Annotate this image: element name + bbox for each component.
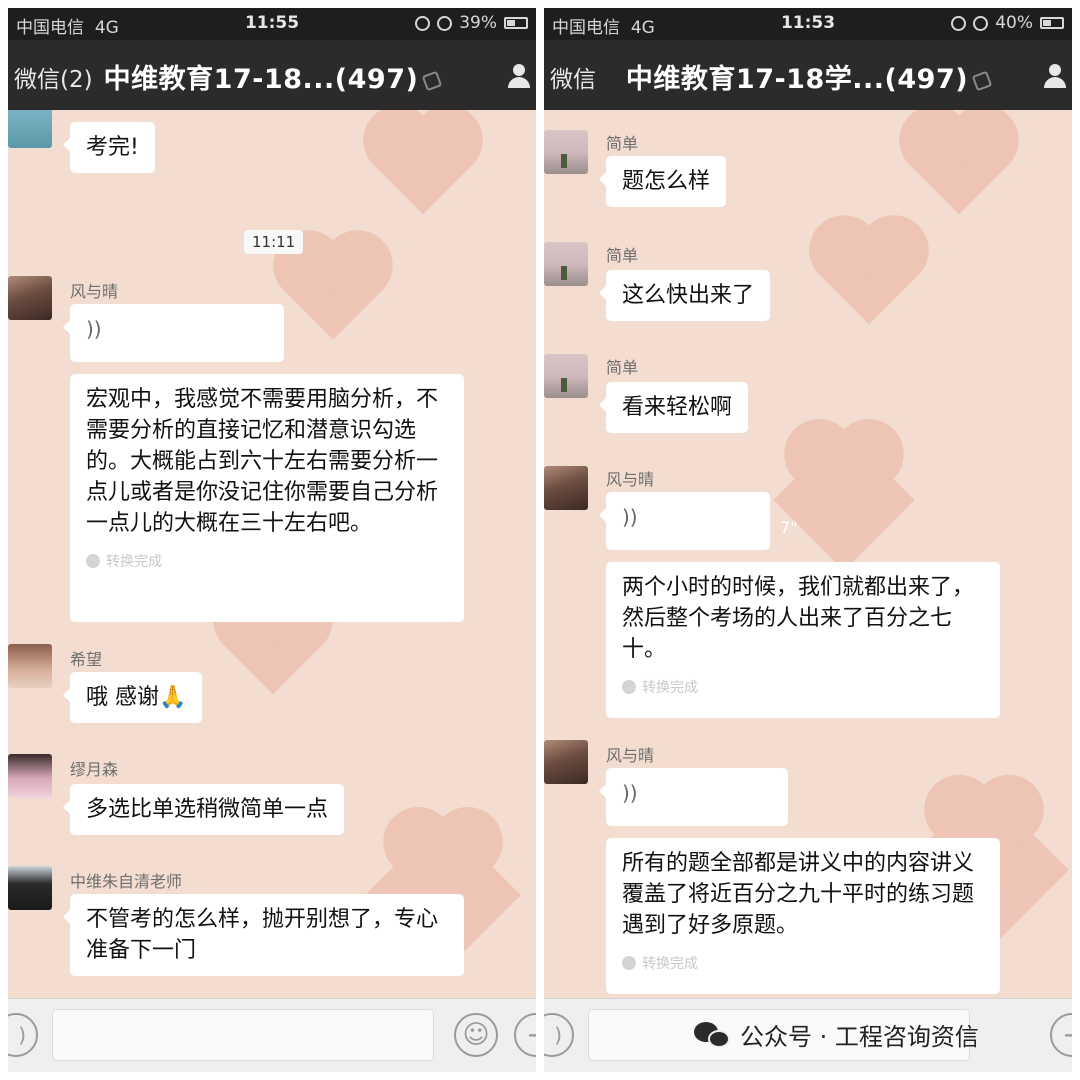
avatar[interactable] <box>544 354 588 398</box>
status-bar: 中国电信 4G 11:55 39% <box>8 8 536 40</box>
message-bubble[interactable]: 考完! <box>63 122 155 173</box>
group-info-icon[interactable] <box>508 64 530 88</box>
message-bubble[interactable]: 多选比单选稍微简单一点 <box>62 784 345 835</box>
emoji-button[interactable]: ☺ <box>454 1013 498 1057</box>
sender-name: 简单 <box>606 246 639 265</box>
check-icon <box>86 554 100 568</box>
transcription-status: 转换完成 <box>622 955 984 973</box>
status-bar: 中国电信 4G 11:53 40% <box>544 8 1072 40</box>
more-button[interactable]: + <box>1050 1013 1072 1057</box>
sender-name: 风与晴 <box>606 470 655 489</box>
sender-name: 风与晴 <box>70 282 119 301</box>
voice-wave-icon: )) <box>622 781 638 805</box>
transcription-status: 转换完成 <box>86 553 448 571</box>
battery-icon <box>504 17 528 29</box>
group-title: 中维教育17-18学...(497) <box>544 57 1072 96</box>
alarm-icon <box>437 15 453 31</box>
watermark: 公众号 · 工程咨询资信 <box>694 1017 979 1052</box>
input-bar: ) 公众号 · 工程咨询资信 + <box>544 998 1072 1072</box>
transcription-bubble[interactable]: 两个小时的时候，我们就都出来了，然后整个考场的人出来了百分之七十。 转换完成 <box>606 562 1000 718</box>
heart-decoration <box>283 240 383 340</box>
transcription-text: 宏观中，我感觉不需要用脑分析，不需要分析的直接记忆和潜意识勾选的。大概能占到六十… <box>86 387 439 536</box>
sender-name: 简单 <box>606 358 639 377</box>
heart-decoration <box>773 429 915 571</box>
message-bubble[interactable]: 看来轻松啊 <box>598 382 749 433</box>
check-icon <box>622 680 636 694</box>
voice-message[interactable]: )) <box>63 304 284 362</box>
group-info-icon[interactable] <box>1044 64 1066 88</box>
right-phone-screen: 中国电信 4G 11:53 40% 微信 中维教育17-18学...(497) … <box>544 8 1072 1072</box>
battery-icon <box>1040 17 1064 29</box>
chat-area[interactable]: 考完! 11:11 风与晴 )) 宏观中，我感觉不需要用脑分析，不需要分析的直接… <box>8 110 536 998</box>
voice-wave-icon: )) <box>622 505 638 529</box>
transcription-text: 所有的题全部都是讲义中的内容讲义覆盖了将近百分之九十平时的练习题遇到了好多原题。 <box>622 851 975 938</box>
voice-message[interactable]: )) <box>599 768 788 826</box>
wechat-logo-icon <box>694 1020 732 1050</box>
avatar[interactable] <box>544 466 588 510</box>
voice-input-button[interactable]: ) <box>8 1013 38 1057</box>
check-icon <box>622 956 636 970</box>
sender-name: 风与晴 <box>606 746 655 765</box>
input-bar: ) ☺ + <box>8 998 536 1072</box>
message-input[interactable] <box>52 1009 434 1061</box>
avatar[interactable] <box>544 242 588 286</box>
avatar[interactable] <box>8 754 52 798</box>
heart-decoration <box>373 115 473 215</box>
transcription-bubble[interactable]: 宏观中，我感觉不需要用脑分析，不需要分析的直接记忆和潜意识勾选的。大概能占到六十… <box>70 374 464 622</box>
voice-duration: 7" <box>780 518 798 537</box>
group-title: 中维教育17-18...(497) <box>8 57 536 96</box>
heart-decoration <box>909 115 1009 215</box>
alarm-icon <box>973 15 989 31</box>
sender-name: 中维朱自清老师 <box>70 872 183 891</box>
heart-decoration <box>819 225 919 325</box>
message-bubble[interactable]: 这么快出来了 <box>598 270 771 321</box>
message-timestamp: 11:11 <box>244 230 304 254</box>
voice-message[interactable]: )) <box>599 492 770 550</box>
avatar[interactable] <box>8 644 52 688</box>
avatar[interactable] <box>544 130 588 174</box>
mute-icon <box>422 70 443 91</box>
transcription-text: 两个小时的时候，我们就都出来了，然后整个考场的人出来了百分之七十。 <box>622 575 975 662</box>
chat-header: 微信 中维教育17-18学...(497) <box>544 40 1072 110</box>
voice-input-button[interactable]: ) <box>544 1013 574 1057</box>
voice-wave-icon: )) <box>86 317 102 341</box>
battery-percent: 40% <box>995 13 1033 33</box>
message-bubble[interactable]: 题怎么样 <box>598 156 727 207</box>
left-phone-screen: 中国电信 4G 11:55 39% 微信(2) 中维教育17-18...(497… <box>8 8 536 1072</box>
mute-icon <box>971 70 993 91</box>
sender-name: 简单 <box>606 134 639 153</box>
transcription-bubble[interactable]: 所有的题全部都是讲义中的内容讲义覆盖了将近百分之九十平时的练习题遇到了好多原题。… <box>606 838 1000 994</box>
battery-percent: 39% <box>459 13 497 33</box>
avatar[interactable] <box>544 740 588 784</box>
message-bubble[interactable]: 哦 感谢🙏 <box>62 672 203 723</box>
more-button[interactable]: + <box>514 1013 536 1057</box>
chat-area[interactable]: 简单 题怎么样 简单 这么快出来了 简单 看来轻松啊 风与晴 )) 7" 两个小… <box>544 110 1072 998</box>
sender-name: 缪月森 <box>70 760 119 779</box>
avatar[interactable] <box>8 110 52 148</box>
collage: 中国电信 4G 11:55 39% 微信(2) 中维教育17-18...(497… <box>0 0 1080 1080</box>
transcription-status: 转换完成 <box>622 679 984 697</box>
chat-header: 微信(2) 中维教育17-18...(497) <box>8 40 536 110</box>
avatar[interactable] <box>8 866 52 910</box>
message-bubble[interactable]: 不管考的怎么样，抛开别想了，专心准备下一门 <box>63 894 464 976</box>
lock-rotation-icon <box>415 15 431 31</box>
sender-name: 希望 <box>70 650 103 669</box>
avatar[interactable] <box>8 276 52 320</box>
lock-rotation-icon <box>951 15 967 31</box>
